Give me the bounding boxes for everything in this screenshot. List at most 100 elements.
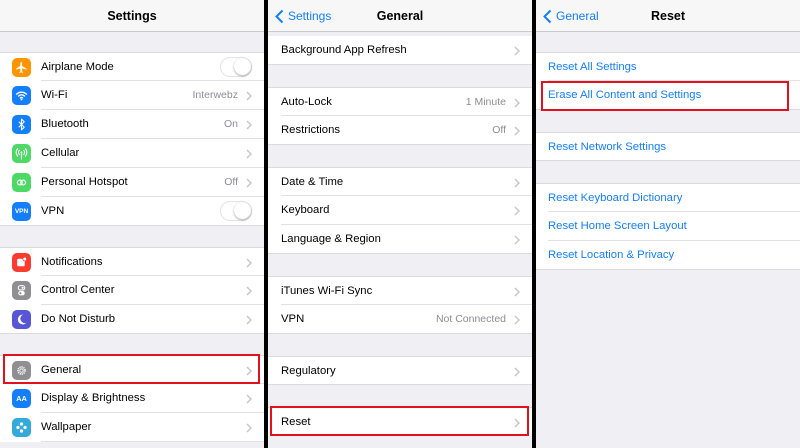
general-title: General xyxy=(376,9,424,23)
general-item-auto-lock[interactable]: Auto-Lock 1 Minute xyxy=(268,87,532,116)
cellular-icon xyxy=(12,144,31,163)
general-item-language-region[interactable]: Language & Region xyxy=(268,225,532,254)
chevron-right-icon xyxy=(514,315,520,325)
general-item-vpn[interactable]: VPN Not Connected xyxy=(268,305,532,334)
settings-item-label: VPN xyxy=(41,205,65,217)
settings-item-display-brightness[interactable]: AA Display & Brightness xyxy=(0,384,264,413)
settings-item-label: Airplane Mode xyxy=(41,61,114,73)
general-item-label: Auto-Lock xyxy=(281,96,332,108)
chevron-right-icon xyxy=(514,46,520,56)
settings-item-airplane-mode[interactable]: Airplane Mode xyxy=(0,52,264,81)
general-item-regulatory[interactable]: Regulatory xyxy=(268,356,532,385)
wallpaper-icon xyxy=(12,418,31,437)
settings-item-do-not-disturb[interactable]: Do Not Disturb xyxy=(0,305,264,334)
settings-item-wallpaper[interactable]: Wallpaper xyxy=(0,413,264,442)
chevron-right-icon xyxy=(514,367,520,377)
chevron-right-icon xyxy=(246,366,252,376)
general-item-restrictions[interactable]: Restrictions Off xyxy=(268,116,532,145)
bluetooth-value: On xyxy=(223,118,238,130)
chevron-right-icon xyxy=(246,178,252,188)
reset-item-erase-all-content[interactable]: Erase All Content and Settings xyxy=(536,81,800,110)
moon-icon xyxy=(12,310,31,329)
chevron-right-icon xyxy=(246,120,252,130)
settings-item-bluetooth[interactable]: Bluetooth On xyxy=(0,110,264,139)
settings-item-label: Display & Brightness xyxy=(41,392,146,404)
general-item-label: Restrictions xyxy=(281,124,341,136)
airplane-mode-toggle[interactable] xyxy=(220,57,252,77)
general-item-label: iTunes Wi-Fi Sync xyxy=(281,285,373,297)
settings-item-label: Bluetooth xyxy=(41,118,89,130)
general-item-label: Regulatory xyxy=(281,365,336,377)
wifi-icon xyxy=(12,86,31,105)
settings-item-label: Wi-Fi xyxy=(41,89,68,101)
settings-item-label: Do Not Disturb xyxy=(41,313,116,325)
settings-item-wifi[interactable]: Wi-Fi Interwebz xyxy=(0,81,264,110)
reset-item-reset-all-settings[interactable]: Reset All Settings xyxy=(536,52,800,81)
vpn-status-value: Not Connected xyxy=(435,313,506,325)
general-navbar: Settings General xyxy=(268,0,532,32)
bluetooth-icon xyxy=(12,115,31,134)
screens-container: Settings Airplane Mode Wi-Fi Interwebz B… xyxy=(0,0,800,448)
reset-screen: General Reset Reset All Settings Erase A… xyxy=(536,0,800,448)
chevron-right-icon xyxy=(246,149,252,159)
chevron-right-icon xyxy=(246,286,252,296)
display-icon: AA xyxy=(12,389,31,408)
settings-item-general[interactable]: General xyxy=(0,355,264,384)
settings-item-control-center[interactable]: Control Center xyxy=(0,276,264,305)
airplane-icon xyxy=(12,58,31,77)
chevron-right-icon xyxy=(514,178,520,188)
reset-item-reset-home-screen-layout[interactable]: Reset Home Screen Layout xyxy=(536,212,800,241)
notifications-icon xyxy=(12,253,31,272)
chevron-right-icon xyxy=(514,206,520,216)
general-item-keyboard[interactable]: Keyboard xyxy=(268,196,532,225)
wifi-value: Interwebz xyxy=(192,89,238,101)
general-item-itunes-wifi-sync[interactable]: iTunes Wi-Fi Sync xyxy=(268,276,532,305)
chevron-right-icon xyxy=(246,423,252,433)
reset-item-label: Reset All Settings xyxy=(548,61,637,73)
vpn-toggle[interactable] xyxy=(220,201,252,221)
settings-item-label: Notifications xyxy=(41,256,103,268)
reset-title: Reset xyxy=(650,9,686,23)
chevron-right-icon xyxy=(246,394,252,404)
settings-item-notifications[interactable]: Notifications xyxy=(0,247,264,276)
chevron-right-icon xyxy=(246,91,252,101)
chevron-right-icon xyxy=(246,258,252,268)
general-item-label: Reset xyxy=(281,416,311,428)
control-center-icon xyxy=(12,281,31,300)
auto-lock-value: 1 Minute xyxy=(465,96,506,108)
settings-item-label: Control Center xyxy=(41,284,115,296)
general-item-label: Date & Time xyxy=(281,176,344,188)
reset-item-reset-keyboard-dictionary[interactable]: Reset Keyboard Dictionary xyxy=(536,183,800,212)
general-screen: Settings General Background App Refresh … xyxy=(268,0,532,448)
settings-item-label: Wallpaper xyxy=(41,421,92,433)
general-item-label: VPN xyxy=(281,313,305,325)
general-item-label: Background App Refresh xyxy=(281,44,407,56)
general-item-date-time[interactable]: Date & Time xyxy=(268,167,532,196)
settings-item-cellular[interactable]: Cellular xyxy=(0,139,264,168)
general-item-label: Keyboard xyxy=(281,204,330,216)
chevron-right-icon xyxy=(514,235,520,245)
settings-screen: Settings Airplane Mode Wi-Fi Interwebz B… xyxy=(0,0,264,448)
reset-item-reset-network-settings[interactable]: Reset Network Settings xyxy=(536,132,800,161)
reset-navbar: General Reset xyxy=(536,0,800,32)
general-item-reset[interactable]: Reset xyxy=(268,407,532,436)
general-item-background-app-refresh[interactable]: Background App Refresh xyxy=(268,36,532,65)
settings-item-vpn[interactable]: VPN VPN xyxy=(0,197,264,226)
chevron-right-icon xyxy=(514,287,520,297)
hotspot-icon xyxy=(12,173,31,192)
settings-item-label: Personal Hotspot xyxy=(41,176,128,188)
restrictions-value: Off xyxy=(492,124,506,136)
reset-item-label: Reset Location & Privacy xyxy=(548,249,675,261)
vpn-icon: VPN xyxy=(12,202,31,221)
reset-item-reset-location-privacy[interactable]: Reset Location & Privacy xyxy=(536,241,800,270)
reset-item-label: Reset Network Settings xyxy=(548,141,667,153)
general-item-label: Language & Region xyxy=(281,233,381,245)
settings-item-personal-hotspot[interactable]: Personal Hotspot Off xyxy=(0,168,264,197)
gear-icon xyxy=(12,361,31,380)
chevron-right-icon xyxy=(514,418,520,428)
settings-item-label: Cellular xyxy=(41,147,80,159)
reset-item-label: Erase All Content and Settings xyxy=(548,89,702,101)
reset-item-label: Reset Home Screen Layout xyxy=(548,220,687,232)
hotspot-value: Off xyxy=(224,176,238,188)
settings-title: Settings xyxy=(107,9,157,23)
